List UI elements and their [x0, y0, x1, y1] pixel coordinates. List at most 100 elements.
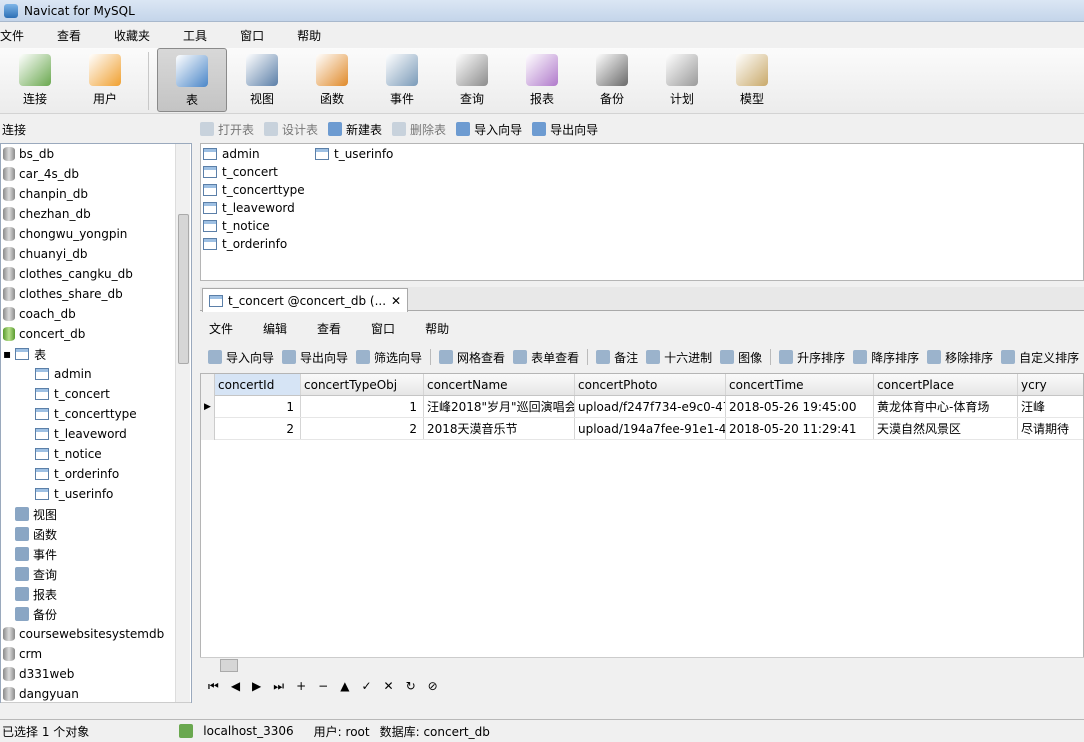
- cell-concertname[interactable]: 2018天漠音乐节: [424, 418, 575, 439]
- table-row[interactable]: 1 1 汪峰2018"岁月"巡回演唱会 upload/f247f734-e9c0-47…: [215, 396, 1083, 418]
- object-toolbar-button-5[interactable]: 导出向导: [532, 121, 598, 138]
- database-item[interactable]: concert_db: [1, 324, 191, 344]
- object-list-item[interactable]: t_notice: [203, 217, 270, 235]
- object-list-item[interactable]: t_userinfo: [315, 145, 393, 163]
- database-item[interactable]: bs_db: [1, 144, 191, 164]
- cell-ycry[interactable]: 汪峰: [1018, 396, 1083, 417]
- table-row[interactable]: 2 2 2018天漠音乐节 upload/194a7fee-91e1-4a 2018-0…: [215, 418, 1083, 440]
- database-item[interactable]: coursewebsitesystemdb: [1, 624, 191, 644]
- table-menu-item-1[interactable]: 编辑: [263, 320, 287, 337]
- table-toolbar-button-11[interactable]: 自定义排序: [1001, 349, 1079, 366]
- column-header-concertname[interactable]: concertName: [424, 374, 575, 395]
- object-toolbar-button-2[interactable]: 新建表: [328, 121, 382, 138]
- sidebar-vertical-scrollbar[interactable]: [175, 144, 190, 702]
- toolbar-button-function[interactable]: 函数: [297, 48, 367, 112]
- table-toolbar-button-0[interactable]: 导入向导: [208, 349, 274, 366]
- toolbar-button-connection[interactable]: 连接: [0, 48, 70, 112]
- table-menu-item-3[interactable]: 窗口: [371, 320, 395, 337]
- sidebar-horizontal-scrollbar[interactable]: [1, 702, 191, 717]
- collapse-icon[interactable]: ▪: [3, 347, 11, 361]
- nav-button-8[interactable]: ✕: [384, 679, 394, 693]
- scrollbar-thumb[interactable]: [220, 659, 238, 672]
- column-header-concerttypeobj[interactable]: concertTypeObj: [301, 374, 424, 395]
- cell-concertphoto[interactable]: upload/194a7fee-91e1-4a: [575, 418, 726, 439]
- sidebar-table-item[interactable]: t_leaveword: [1, 424, 191, 444]
- toolbar-button-backup[interactable]: 备份: [577, 48, 647, 112]
- grid-horizontal-scrollbar[interactable]: [200, 657, 1084, 673]
- sidebar-table-item[interactable]: t_concert: [1, 384, 191, 404]
- table-toolbar-button-10[interactable]: 移除排序: [927, 349, 993, 366]
- sidebar-table-item[interactable]: t_concerttype: [1, 404, 191, 424]
- toolbar-button-schedule[interactable]: 计划: [647, 48, 717, 112]
- close-icon[interactable]: ✕: [391, 294, 401, 308]
- cell-concerttypeobj[interactable]: 2: [301, 418, 424, 439]
- toolbar-button-model[interactable]: 模型: [717, 48, 787, 112]
- sidebar-table-item[interactable]: t_notice: [1, 444, 191, 464]
- object-list[interactable]: admin t_concert t_concerttype t_leaveword t_…: [200, 143, 1084, 281]
- table-menu-item-2[interactable]: 查看: [317, 320, 341, 337]
- data-grid[interactable]: concertId concertTypeObj concertName concer…: [200, 373, 1084, 658]
- menu-item-5[interactable]: 帮助: [297, 27, 334, 44]
- toolbar-button-query[interactable]: 查询: [437, 48, 507, 112]
- menu-item-0[interactable]: 文件: [0, 27, 37, 44]
- table-toolbar-button-6[interactable]: 十六进制: [646, 349, 712, 366]
- toolbar-button-user[interactable]: 用户: [70, 48, 140, 112]
- table-menu-item-0[interactable]: 文件: [209, 320, 233, 337]
- menu-item-1[interactable]: 查看: [57, 27, 94, 44]
- object-list-item[interactable]: t_concert: [203, 163, 278, 181]
- cell-concertid[interactable]: 1: [215, 396, 301, 417]
- column-header-concertphoto[interactable]: concertPhoto: [575, 374, 726, 395]
- table-toolbar-button-8[interactable]: 升序排序: [779, 349, 845, 366]
- table-menu-item-4[interactable]: 帮助: [425, 320, 449, 337]
- object-toolbar-button-3[interactable]: 删除表: [392, 121, 446, 138]
- nav-button-2[interactable]: ▶: [252, 679, 261, 693]
- column-header-concertid[interactable]: concertId: [215, 374, 301, 395]
- cell-concerttime[interactable]: 2018-05-26 19:45:00: [726, 396, 874, 417]
- sidebar-table-item[interactable]: admin: [1, 364, 191, 384]
- sidebar-group-item[interactable]: 事件: [1, 544, 191, 564]
- database-item[interactable]: chezhan_db: [1, 204, 191, 224]
- sidebar-group-item[interactable]: 函数: [1, 524, 191, 544]
- nav-button-5[interactable]: −: [318, 679, 328, 693]
- cell-concertid[interactable]: 2: [215, 418, 301, 439]
- database-item[interactable]: chuanyi_db: [1, 244, 191, 264]
- tab-t-concert[interactable]: t_concert @concert_db (... ✕: [202, 288, 408, 312]
- database-item[interactable]: clothes_cangku_db: [1, 264, 191, 284]
- nav-button-6[interactable]: ▲: [340, 679, 349, 693]
- cell-concerttypeobj[interactable]: 1: [301, 396, 424, 417]
- nav-button-1[interactable]: ◀: [231, 679, 240, 693]
- cell-concertplace[interactable]: 黄龙体育中心-体育场: [874, 396, 1018, 417]
- toolbar-button-table[interactable]: 表: [157, 48, 227, 112]
- table-toolbar-button-5[interactable]: 备注: [596, 349, 638, 366]
- toolbar-button-event[interactable]: 事件: [367, 48, 437, 112]
- object-toolbar-button-1[interactable]: 设计表: [264, 121, 318, 138]
- object-toolbar-button-4[interactable]: 导入向导: [456, 121, 522, 138]
- menu-item-2[interactable]: 收藏夹: [114, 27, 163, 44]
- row-indicator[interactable]: ▶: [201, 396, 215, 418]
- nav-button-10[interactable]: ⊘: [428, 679, 438, 693]
- menu-item-3[interactable]: 工具: [183, 27, 220, 44]
- sidebar-group-item[interactable]: 查询: [1, 564, 191, 584]
- object-list-item[interactable]: t_orderinfo: [203, 235, 287, 253]
- scrollbar-thumb[interactable]: [178, 214, 189, 364]
- toolbar-button-report[interactable]: 报表: [507, 48, 577, 112]
- database-item[interactable]: chongwu_yongpin: [1, 224, 191, 244]
- tables-group[interactable]: ▪ 表: [1, 344, 191, 364]
- object-list-item[interactable]: t_leaveword: [203, 199, 295, 217]
- cell-ycry[interactable]: 尽请期待: [1018, 418, 1083, 439]
- sidebar-group-item[interactable]: 备份: [1, 604, 191, 624]
- toolbar-button-view[interactable]: 视图: [227, 48, 297, 112]
- sidebar-group-item[interactable]: 报表: [1, 584, 191, 604]
- column-header-concertplace[interactable]: concertPlace: [874, 374, 1018, 395]
- nav-button-9[interactable]: ↻: [406, 679, 416, 693]
- database-item[interactable]: dangyuan: [1, 684, 191, 702]
- nav-button-3[interactable]: ⏭: [273, 679, 284, 694]
- object-list-item[interactable]: admin: [203, 145, 260, 163]
- table-toolbar-button-2[interactable]: 筛选向导: [356, 349, 422, 366]
- database-item[interactable]: clothes_share_db: [1, 284, 191, 304]
- database-item[interactable]: crm: [1, 644, 191, 664]
- row-indicator[interactable]: [201, 418, 215, 440]
- connection-tree[interactable]: bs_db car_4s_db chanpin_db chezhan_db chongw…: [0, 143, 192, 703]
- database-item[interactable]: chanpin_db: [1, 184, 191, 204]
- cell-concertphoto[interactable]: upload/f247f734-e9c0-47: [575, 396, 726, 417]
